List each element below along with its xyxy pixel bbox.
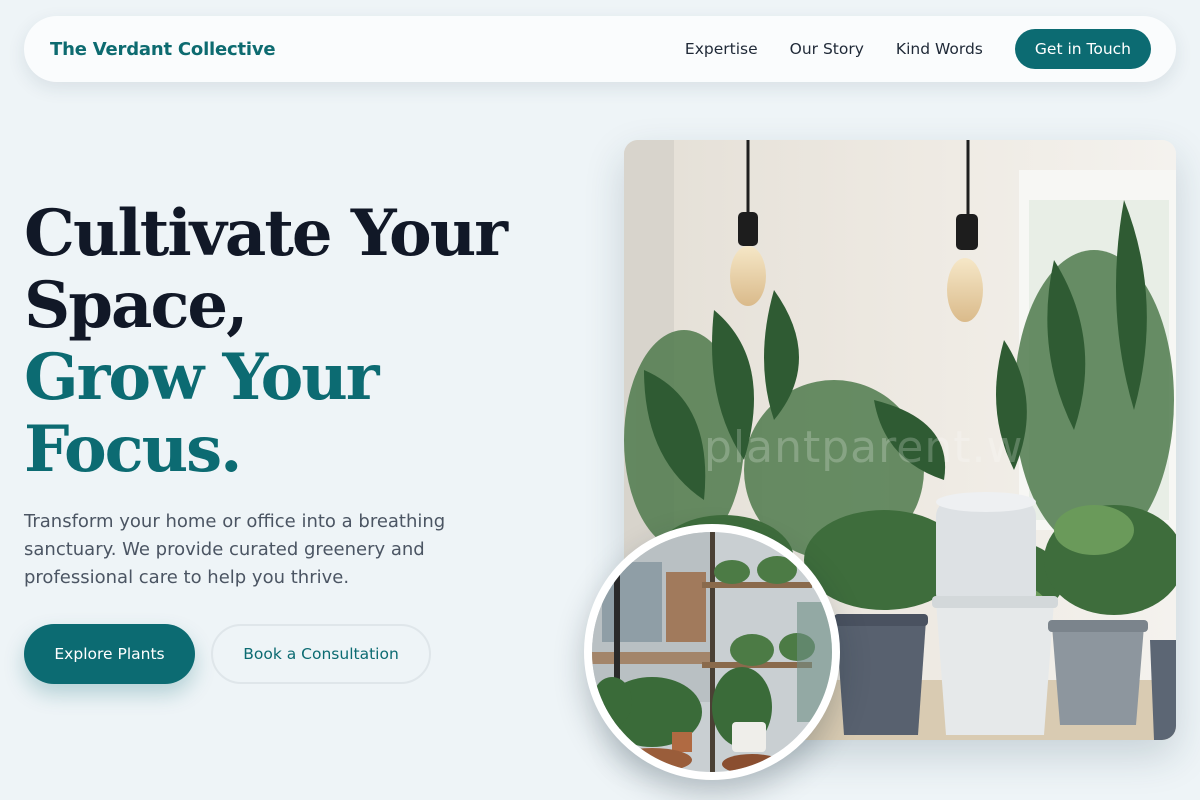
nav-link-our-story[interactable]: Our Story — [790, 40, 864, 58]
nav-links: Expertise Our Story Kind Words Get in To… — [685, 29, 1151, 69]
image-watermark: plantparent.w — [704, 422, 1024, 473]
nav-link-kind-words[interactable]: Kind Words — [896, 40, 983, 58]
hero-title-line-1: Cultivate Your — [24, 196, 508, 271]
plant-shop-photo — [584, 524, 840, 780]
nav-link-expertise[interactable]: Expertise — [685, 40, 758, 58]
book-consultation-button[interactable]: Book a Consultation — [211, 624, 431, 684]
plant-shop-illustration — [592, 532, 832, 772]
get-in-touch-button[interactable]: Get in Touch — [1014, 29, 1151, 69]
brand-logo[interactable]: The Verdant Collective — [50, 39, 276, 60]
explore-plants-button[interactable]: Explore Plants — [24, 624, 195, 684]
top-navbar: The Verdant Collective Expertise Our Sto… — [24, 16, 1176, 82]
hero-subtitle: Transform your home or office into a bre… — [24, 511, 446, 588]
hero-title-accent-line-2: Focus. — [24, 412, 242, 487]
hero-title-accent-line-1: Grow Your — [24, 340, 379, 415]
hero-title: Cultivate Your Space, Grow Your Focus. — [24, 198, 584, 486]
hero-title-line-2: Space, — [24, 268, 248, 343]
